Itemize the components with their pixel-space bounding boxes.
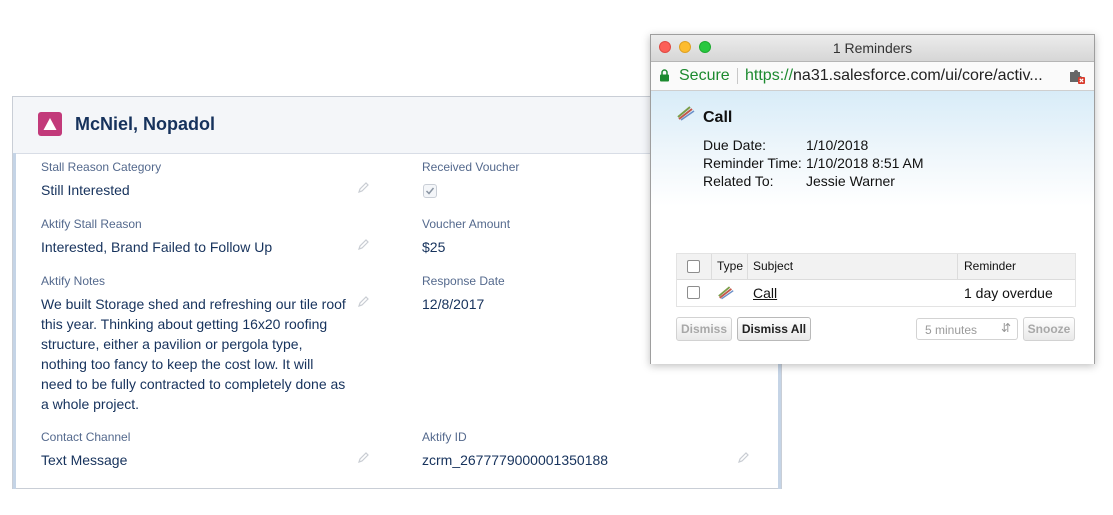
notes-line: this year. Thinking about getting 16x20 … xyxy=(41,316,328,332)
url-text[interactable]: https://na31.salesforce.com/ui/core/acti… xyxy=(745,67,1043,85)
window-titlebar[interactable]: 1 Reminders xyxy=(651,35,1094,62)
reminder-heading: Call xyxy=(703,109,733,126)
reminder-status: 1 day overdue xyxy=(964,285,1053,301)
notes-line: We built Storage shed and refreshing our… xyxy=(41,296,346,312)
field-label-aktify-notes: Aktify Notes xyxy=(41,274,106,288)
url-separator xyxy=(737,68,738,84)
pencil-edit-icon[interactable] xyxy=(358,181,370,193)
field-value-stall-reason-category: Still Interested xyxy=(41,182,130,198)
field-label-received-voucher: Received Voucher xyxy=(422,160,520,174)
notes-line: structure, either a pavilion or pergola … xyxy=(41,336,303,352)
reminder-time-label: Reminder Time: xyxy=(703,155,802,171)
snooze-duration-select[interactable]: 5 minutes ⇵ xyxy=(916,318,1018,340)
url-path: /ui/core/activ... xyxy=(940,67,1043,84)
window-title: 1 Reminders xyxy=(832,40,913,56)
reminders-table: Type Subject Reminder Call 1 day overdue xyxy=(676,253,1076,307)
pencil-edit-icon[interactable] xyxy=(358,295,370,307)
column-header-subject[interactable]: Subject xyxy=(753,259,793,273)
extension-puzzle-icon[interactable] xyxy=(1068,68,1086,84)
notes-line: a whole project. xyxy=(41,396,140,412)
field-label-aktify-id: Aktify ID xyxy=(422,430,467,444)
left-edge-bar xyxy=(13,153,16,489)
pencil-edit-icon[interactable] xyxy=(738,451,750,463)
dismiss-all-button[interactable]: Dismiss All xyxy=(737,317,811,341)
reminder-time-value: 1/10/2018 8:51 AM xyxy=(806,155,924,171)
field-value-aktify-notes: We built Storage shed and refreshing our… xyxy=(41,294,346,414)
column-separator xyxy=(957,254,958,279)
field-label-contact-channel: Contact Channel xyxy=(41,430,131,444)
related-to-value: Jessie Warner xyxy=(806,173,895,189)
secure-label: Secure xyxy=(679,67,730,84)
notes-line: nothing too fancy to keep the cost low. … xyxy=(41,356,314,372)
reminder-popup-window: 1 Reminders Secure https://na31.salesfor… xyxy=(650,34,1095,364)
pencil-edit-icon[interactable] xyxy=(358,238,370,250)
url-scheme: https:// xyxy=(745,67,794,84)
due-date-value: 1/10/2018 xyxy=(806,137,869,153)
row-checkbox[interactable] xyxy=(687,286,700,299)
select-arrows-icon: ⇵ xyxy=(1000,321,1011,335)
field-value-aktify-stall-reason: Interested, Brand Failed to Follow Up xyxy=(41,239,273,255)
select-all-checkbox[interactable] xyxy=(687,260,700,273)
url-host: na31.salesforce.com xyxy=(793,67,941,84)
dismiss-button[interactable]: Dismiss xyxy=(676,317,732,341)
field-value-contact-channel: Text Message xyxy=(41,452,128,468)
lock-icon xyxy=(660,69,669,82)
field-label-voucher-amount: Voucher Amount xyxy=(422,217,511,231)
field-label-response-date: Response Date xyxy=(422,274,505,288)
column-separator xyxy=(711,254,712,279)
record-title: McNiel, Nopadol xyxy=(75,114,216,134)
field-value-voucher-amount: $25 xyxy=(422,239,446,255)
field-label-aktify-stall-reason: Aktify Stall Reason xyxy=(41,217,142,231)
call-task-icon xyxy=(718,286,734,300)
column-header-reminder[interactable]: Reminder xyxy=(964,259,1016,273)
reminder-subject-link[interactable]: Call xyxy=(753,285,777,301)
snooze-button[interactable]: Snooze xyxy=(1023,317,1075,341)
field-value-response-date: 12/8/2017 xyxy=(422,296,485,312)
pencil-edit-icon[interactable] xyxy=(358,451,370,463)
call-task-icon xyxy=(677,106,695,121)
notes-line: need to be fully contracted to completel… xyxy=(41,376,346,392)
reminder-content: Call Due Date: 1/10/2018 Reminder Time: … xyxy=(651,91,1094,364)
table-header-row: Type Subject Reminder xyxy=(677,254,1075,280)
checkmark-icon xyxy=(425,187,435,195)
related-to-label: Related To: xyxy=(703,173,774,189)
due-date-label: Due Date: xyxy=(703,137,767,153)
field-value-aktify-id: zcrm_2677779000001350188 xyxy=(422,452,609,468)
column-header-type[interactable]: Type xyxy=(717,259,743,273)
received-voucher-checkbox xyxy=(423,184,437,198)
address-bar[interactable]: Secure https://na31.salesforce.com/ui/co… xyxy=(651,62,1094,91)
column-separator xyxy=(747,254,748,279)
field-label-stall-reason-category: Stall Reason Category xyxy=(41,160,162,174)
record-triangle-icon xyxy=(38,112,62,136)
snooze-duration-value: 5 minutes xyxy=(925,323,978,337)
